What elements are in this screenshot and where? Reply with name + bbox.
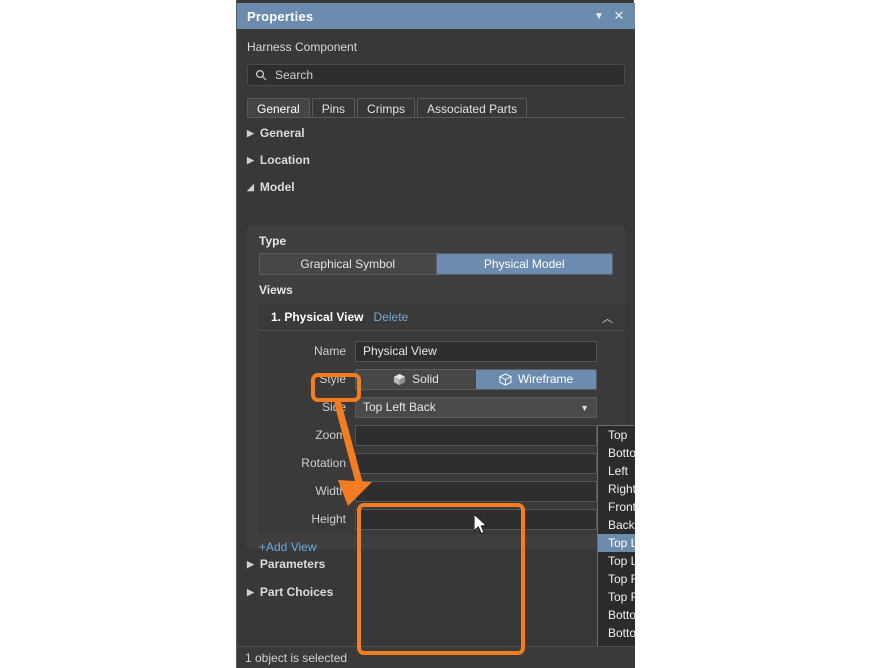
- side-combobox-value: Top Left Back: [363, 400, 436, 414]
- chevron-right-icon: ▶: [247, 558, 254, 569]
- status-bar: 1 object is selected: [237, 646, 635, 668]
- dropdown-item[interactable]: Bottom Left Front: [598, 624, 635, 642]
- section-header-parameters[interactable]: ▶ Parameters: [247, 557, 325, 571]
- chevron-right-icon: ▶: [247, 586, 254, 597]
- style-option-solid-label: Solid: [412, 372, 439, 386]
- search-icon: [255, 69, 267, 81]
- tab-pins[interactable]: Pins: [311, 98, 356, 118]
- field-row-height: Height: [259, 508, 597, 530]
- section-label-part-choices: Part Choices: [259, 585, 334, 599]
- chevron-up-icon[interactable]: ︿: [602, 310, 613, 326]
- search-input[interactable]: Search: [247, 64, 625, 86]
- type-segmented-control: Graphical Symbol Physical Model: [259, 253, 613, 275]
- style-option-wireframe-label: Wireframe: [517, 372, 574, 386]
- tab-general[interactable]: General: [247, 98, 310, 118]
- style-option-wireframe[interactable]: Wireframe: [476, 369, 596, 389]
- panel-body: Harness Component Search General Pins Cr…: [237, 29, 635, 646]
- type-option-graphical-symbol[interactable]: Graphical Symbol: [260, 254, 436, 274]
- properties-panel: Properties ▼ ✕ Harness Component Search …: [236, 0, 635, 668]
- section-header-model[interactable]: ◢ Model: [247, 180, 295, 194]
- tab-underline: [247, 117, 625, 118]
- rotation-label: Rotation: [301, 456, 346, 470]
- field-row-width: Width: [259, 480, 597, 502]
- mouse-cursor: [474, 514, 488, 535]
- panel-titlebar: Properties ▼ ✕: [237, 3, 635, 29]
- component-subject: Harness Component: [247, 40, 358, 54]
- dropdown-item[interactable]: Right: [598, 480, 635, 498]
- screenshot-root: Properties ▼ ✕ Harness Component Search …: [0, 0, 870, 668]
- add-view-link[interactable]: +Add View: [259, 540, 317, 554]
- dropdown-item[interactable]: Front: [598, 498, 635, 516]
- dropdown-item[interactable]: Bottom Right Back: [598, 642, 635, 646]
- field-row-name: Name Physical View: [259, 340, 597, 362]
- tab-bar: General Pins Crimps Associated Parts: [247, 97, 625, 118]
- views-label: Views: [259, 283, 293, 297]
- tab-associated-parts[interactable]: Associated Parts: [417, 98, 528, 118]
- side-label: Side: [321, 400, 346, 414]
- dropdown-item[interactable]: Top: [598, 426, 635, 444]
- section-header-part-choices[interactable]: ▶ Part Choices: [247, 585, 333, 599]
- dropdown-item[interactable]: Left: [598, 462, 635, 480]
- chevron-right-icon: ▶: [247, 127, 254, 138]
- section-label-model: Model: [259, 180, 295, 194]
- section-label-parameters: Parameters: [259, 557, 326, 571]
- name-label: Name: [313, 344, 346, 358]
- chevron-right-icon: ▶: [247, 154, 254, 165]
- zoom-label: Zoom: [315, 428, 346, 442]
- physical-view-header: 1. Physical View Delete ︿: [259, 304, 625, 331]
- dropdown-item[interactable]: Top Right Front: [598, 588, 635, 606]
- field-row-side: Side Top Left Back ▼: [259, 396, 597, 418]
- physical-view-card: 1. Physical View Delete ︿ Name Physical …: [259, 304, 625, 535]
- dropdown-item[interactable]: Top Left Front: [598, 552, 635, 570]
- rotation-field[interactable]: [355, 452, 597, 474]
- cube-wireframe-icon: [498, 372, 512, 386]
- field-row-zoom: Zoom: [259, 424, 597, 446]
- width-label: Width: [315, 484, 346, 498]
- field-row-style: Style Solid Wireframe: [259, 368, 597, 390]
- chevron-down-icon: ▼: [580, 402, 589, 413]
- style-option-solid[interactable]: Solid: [356, 369, 476, 389]
- type-label: Type: [259, 234, 287, 248]
- side-dropdown-list[interactable]: TopBottomLeftRightFrontBackTop Left Back…: [597, 425, 635, 646]
- dropdown-item[interactable]: Back: [598, 516, 635, 534]
- section-label-general: General: [259, 126, 305, 140]
- physical-view-title: 1. Physical View: [271, 310, 364, 324]
- width-field[interactable]: [355, 480, 597, 502]
- chevron-down-icon: ◢: [247, 181, 254, 192]
- model-section-body: Type Graphical Symbol Physical Model Vie…: [247, 225, 625, 554]
- name-field[interactable]: Physical View: [355, 340, 597, 362]
- field-row-rotation: Rotation: [259, 452, 597, 474]
- dropdown-item[interactable]: Top Right Back: [598, 570, 635, 588]
- style-label: Style: [319, 372, 346, 386]
- section-header-location[interactable]: ▶ Location: [247, 153, 310, 167]
- style-segmented-control: Solid Wireframe: [355, 368, 597, 390]
- section-header-general[interactable]: ▶ General: [247, 126, 305, 140]
- tab-crimps[interactable]: Crimps: [357, 98, 416, 118]
- dropdown-item[interactable]: Bottom: [598, 444, 635, 462]
- search-placeholder: Search: [275, 68, 314, 82]
- delete-view-link[interactable]: Delete: [374, 310, 409, 324]
- status-text: 1 object is selected: [245, 650, 348, 665]
- section-label-location: Location: [259, 153, 310, 167]
- cube-solid-icon: [394, 373, 406, 385]
- side-combobox[interactable]: Top Left Back ▼: [355, 396, 597, 418]
- panel-title: Properties: [247, 8, 314, 24]
- type-option-physical-model[interactable]: Physical Model: [435, 254, 612, 274]
- height-label: Height: [311, 512, 346, 526]
- chevron-down-icon[interactable]: ▼: [589, 6, 609, 26]
- zoom-field[interactable]: [355, 424, 597, 446]
- close-icon[interactable]: ✕: [609, 6, 629, 26]
- dropdown-item[interactable]: Top Left Back: [598, 534, 635, 552]
- dropdown-item[interactable]: Bottom Left Back: [598, 606, 635, 624]
